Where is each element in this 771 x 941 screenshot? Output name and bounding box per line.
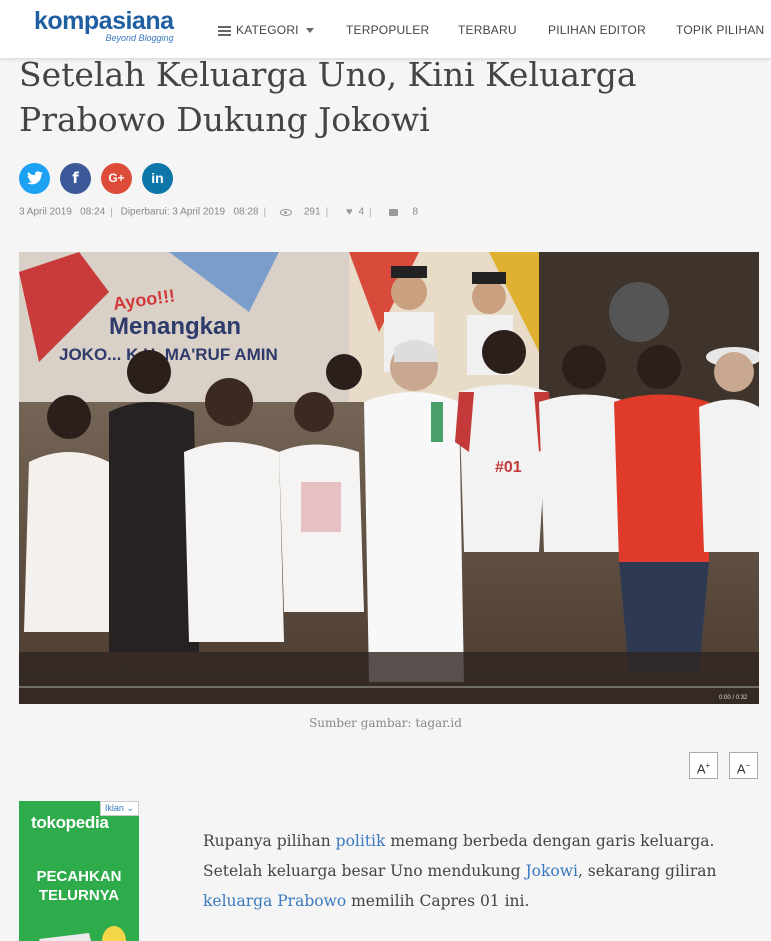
- increase-font-button[interactable]: A+: [689, 752, 718, 779]
- image-caption: Sumber gambar: tagar.id: [309, 716, 462, 730]
- video-timestamp: 0:00 / 0:32: [719, 695, 748, 701]
- banner-text-menangkan: Menangkan: [109, 313, 241, 340]
- ad-headline-line-1: PECAHKAN: [36, 868, 122, 885]
- article-meta: 3 April 2019 08:24 | Diperbarui: 3 April …: [19, 206, 418, 218]
- kompasiana-logo[interactable]: kompasiana Beyond Blogging: [34, 7, 174, 44]
- nav-kategori[interactable]: KATEGORI: [218, 23, 314, 38]
- like-count: 4: [358, 206, 365, 218]
- nav-kategori-label: KATEGORI: [236, 23, 299, 37]
- chevron-down-icon: ⌄: [126, 803, 134, 813]
- publish-time: 08:24: [80, 206, 106, 218]
- ad-brand-logo: tokopedia: [31, 813, 109, 832]
- top-navbar: kompasiana Beyond Blogging KATEGORI TERP…: [0, 0, 771, 58]
- ad-headline: PECAHKAN TELURNYA: [19, 867, 139, 905]
- decrease-font-button[interactable]: A−: [729, 752, 758, 779]
- article-title: Setelah Keluarga Uno, Kini Keluarga Prab…: [19, 55, 637, 139]
- ad-label-badge[interactable]: Iklan ⌄: [99, 801, 139, 816]
- twitter-share-button[interactable]: [19, 163, 50, 194]
- link-keluarga-prabowo[interactable]: keluarga Prabowo: [203, 892, 346, 910]
- logo-wordmark: kompasiana: [34, 7, 174, 35]
- google-plus-icon: G+: [108, 171, 125, 185]
- linkedin-icon: in: [151, 170, 164, 186]
- facebook-share-button[interactable]: f: [60, 163, 91, 194]
- ad-headline-line-2: TELURNYA: [38, 887, 120, 904]
- comment-icon[interactable]: [389, 208, 399, 216]
- nav-terbaru[interactable]: TERBARU: [458, 23, 517, 37]
- link-politik[interactable]: politik: [336, 832, 386, 850]
- group-photo-illustration: Ayoo!!! Menangkan JOKO... K.H. MA'RUF AM…: [19, 252, 759, 704]
- advertisement-banner[interactable]: tokopedia Iklan ⌄ PECAHKAN TELURNYA: [19, 801, 139, 941]
- shirt-number-text: #01: [495, 459, 522, 476]
- ad-egg-illustration: [39, 926, 126, 941]
- view-count: 291: [303, 206, 321, 218]
- banner-text-names: JOKO... K.H. MA'RUF AMIN: [59, 345, 278, 364]
- hamburger-icon: [218, 24, 231, 38]
- caret-down-icon: [305, 28, 314, 34]
- eye-icon: [279, 208, 292, 216]
- twitter-icon: [26, 171, 43, 185]
- nav-terpopuler[interactable]: TERPOPULER: [346, 23, 429, 37]
- comment-count: 8: [412, 206, 418, 218]
- link-jokowi[interactable]: Jokowi: [525, 862, 578, 880]
- heart-icon[interactable]: ♥: [346, 206, 353, 218]
- google-plus-share-button[interactable]: G+: [101, 163, 132, 194]
- linkedin-share-button[interactable]: in: [142, 163, 173, 194]
- facebook-icon: f: [72, 169, 79, 187]
- nav-topik-pilihan[interactable]: TOPIK PILIHAN: [676, 23, 764, 37]
- article-image[interactable]: Ayoo!!! Menangkan JOKO... K.H. MA'RUF AM…: [19, 252, 759, 704]
- article-body-paragraph: Rupanya pilihan politik memang berbeda d…: [203, 832, 717, 910]
- updated-time: 08:28: [233, 206, 259, 218]
- nav-pilihan-editor[interactable]: PILIHAN EDITOR: [548, 23, 646, 37]
- publish-date: 3 April 2019: [19, 206, 72, 218]
- updated-date: Diperbarui: 3 April 2019: [120, 206, 226, 218]
